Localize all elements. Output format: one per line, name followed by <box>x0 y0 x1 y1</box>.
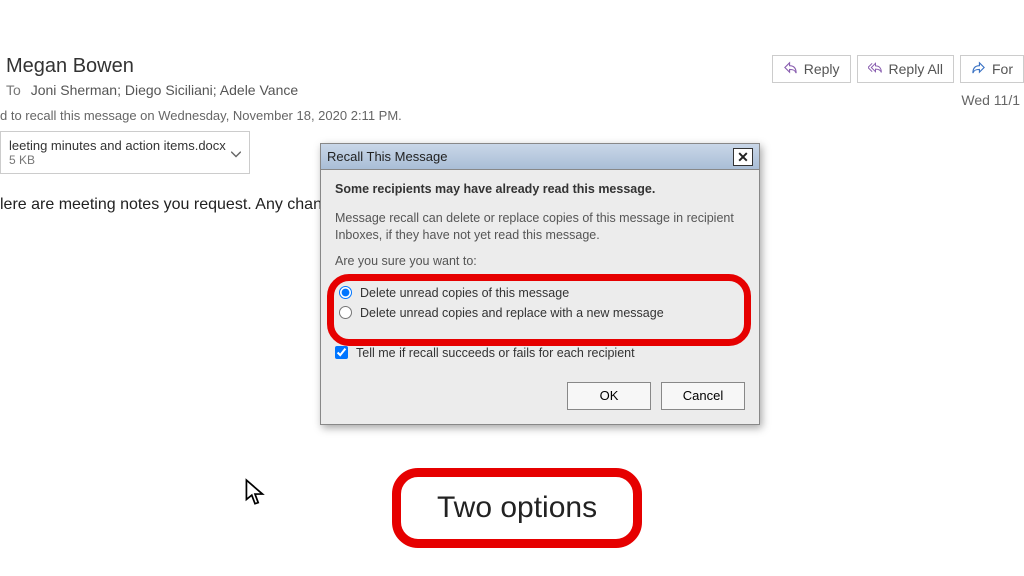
reply-button[interactable]: Reply <box>772 55 851 83</box>
forward-icon <box>971 60 986 78</box>
option-delete-unread-label: Delete unread copies of this message <box>360 286 569 300</box>
dialog-info: Message recall can delete or replace cop… <box>335 210 745 244</box>
reply-label: Reply <box>804 61 840 77</box>
radio-delete-unread[interactable] <box>339 286 352 299</box>
recall-dialog: Recall This Message ✕ Some recipients ma… <box>320 143 760 425</box>
option-delete-replace[interactable]: Delete unread copies and replace with a … <box>339 306 741 320</box>
recipients-line: To Joni Sherman; Diego Siciliani; Adele … <box>6 82 1024 98</box>
attachment-size: 5 KB <box>9 153 226 167</box>
tell-me-label: Tell me if recall succeeds or fails for … <box>356 346 635 360</box>
close-button[interactable]: ✕ <box>733 148 753 166</box>
reply-all-label: Reply All <box>889 61 943 77</box>
close-icon: ✕ <box>737 150 749 164</box>
annotation-two-options-text: Two options <box>437 491 597 524</box>
dialog-heading: Some recipients may have already read th… <box>335 182 745 196</box>
cursor-icon <box>244 478 266 508</box>
option-delete-unread[interactable]: Delete unread copies of this message <box>339 286 741 300</box>
dialog-titlebar: Recall This Message ✕ <box>321 144 759 170</box>
tell-me-checkbox[interactable] <box>335 346 348 359</box>
dialog-title: Recall This Message <box>327 149 447 164</box>
dialog-prompt: Are you sure you want to: <box>335 254 745 268</box>
cancel-button[interactable]: Cancel <box>661 382 745 410</box>
to-label: To <box>6 82 21 98</box>
recipients: Joni Sherman; Diego Siciliani; Adele Van… <box>31 82 298 98</box>
attachment-chip[interactable]: leeting minutes and action items.docx 5 … <box>0 131 250 174</box>
reply-all-button[interactable]: Reply All <box>857 55 954 83</box>
recall-attempt-note: d to recall this message on Wednesday, N… <box>0 108 1024 123</box>
tell-me-checkbox-row[interactable]: Tell me if recall succeeds or fails for … <box>335 346 745 360</box>
message-actions: Reply Reply All For <box>772 55 1024 83</box>
chevron-down-icon[interactable] <box>231 145 241 160</box>
forward-label: For <box>992 61 1013 77</box>
option-delete-replace-label: Delete unread copies and replace with a … <box>360 306 664 320</box>
annotation-two-options: Two options <box>392 468 642 548</box>
ok-button[interactable]: OK <box>567 382 651 410</box>
reply-all-icon <box>868 60 883 78</box>
message-date: Wed 11/1 <box>961 92 1020 108</box>
attachment-name: leeting minutes and action items.docx <box>9 138 226 153</box>
radio-delete-replace[interactable] <box>339 306 352 319</box>
reply-icon <box>783 60 798 78</box>
forward-button[interactable]: For <box>960 55 1024 83</box>
recall-options: Delete unread copies of this message Del… <box>335 274 745 336</box>
